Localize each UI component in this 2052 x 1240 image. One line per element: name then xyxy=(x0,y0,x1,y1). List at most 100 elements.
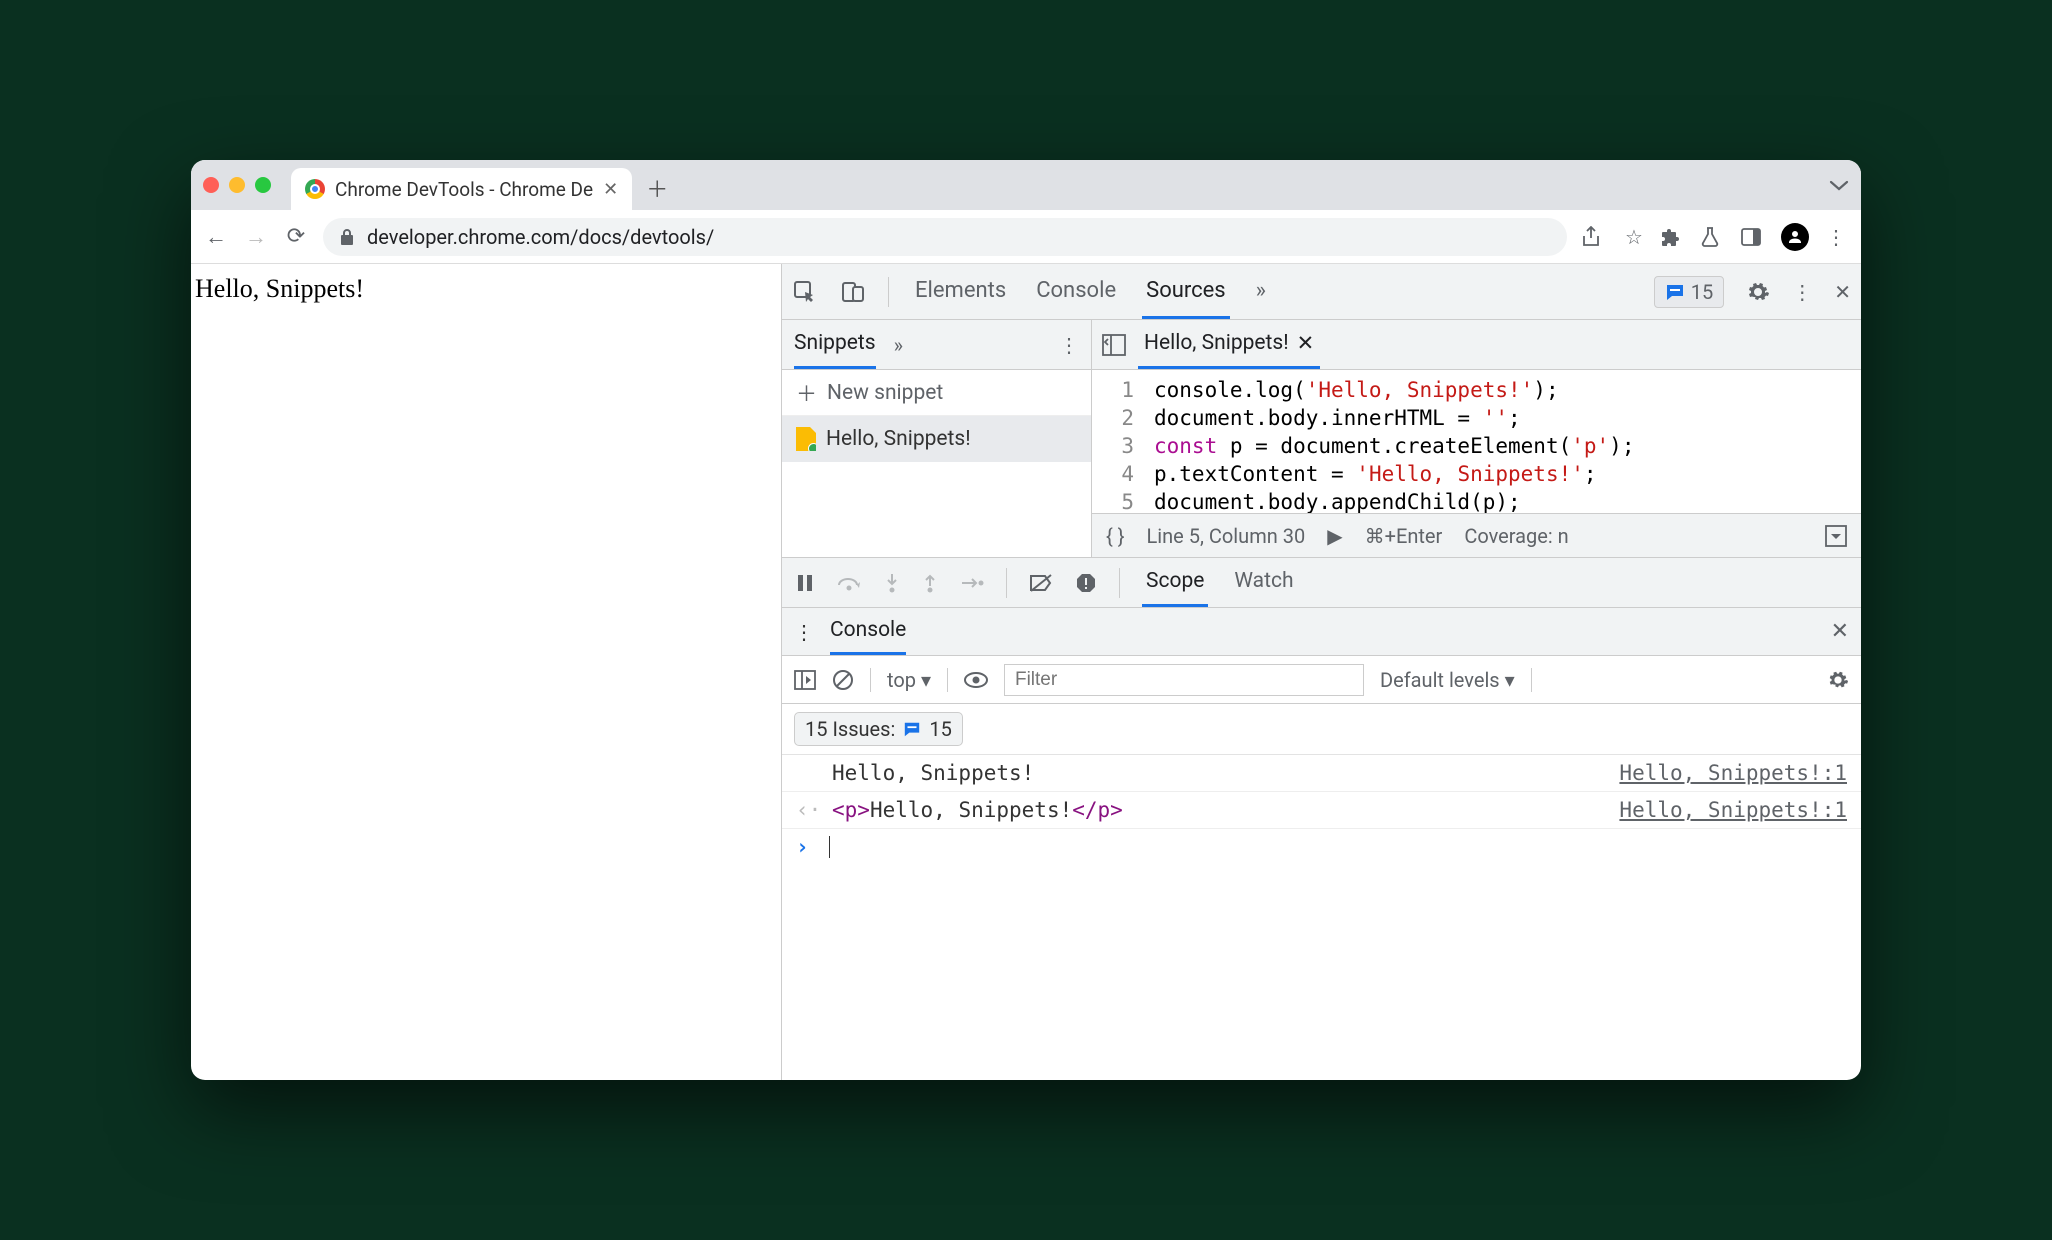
code-editor[interactable]: 1 2 3 4 5 console.log('Hello, Snippets!'… xyxy=(1092,370,1861,513)
settings-button[interactable] xyxy=(1746,280,1770,304)
tab-elements[interactable]: Elements xyxy=(911,264,1010,319)
console-filter-input[interactable] xyxy=(1004,664,1364,696)
device-toggle-button[interactable] xyxy=(840,279,866,305)
profile-avatar[interactable] xyxy=(1781,223,1809,251)
console-toolbar: top ▾ Default levels ▾ xyxy=(782,656,1861,704)
address-bar[interactable]: developer.chrome.com/docs/devtools/ xyxy=(323,218,1567,256)
window-controls xyxy=(203,177,271,193)
step-out-button[interactable] xyxy=(922,572,938,594)
new-tab-button[interactable]: ＋ xyxy=(646,172,668,204)
return-arrow-icon: ‹· xyxy=(796,798,816,822)
tab-sources[interactable]: Sources xyxy=(1142,264,1230,319)
context-selector[interactable]: top ▾ xyxy=(887,668,931,692)
drawer-close-button[interactable]: ✕ xyxy=(1831,619,1849,644)
close-editor-tab-button[interactable]: ✕ xyxy=(1297,331,1315,356)
watch-tab[interactable]: Watch xyxy=(1230,558,1297,607)
side-panel-button[interactable] xyxy=(1741,228,1767,246)
more-menu-button[interactable]: ⋮ xyxy=(1823,225,1849,249)
labs-button[interactable] xyxy=(1701,226,1727,248)
close-window-button[interactable] xyxy=(203,177,219,193)
browser-window: Chrome DevTools - Chrome De ✕ ＋ ← → ⟳ de… xyxy=(191,160,1861,1080)
scope-tab[interactable]: Scope xyxy=(1142,558,1208,607)
editor-tab-label: Hello, Snippets! xyxy=(1144,331,1289,355)
tab-overflow-button[interactable] xyxy=(1829,178,1849,192)
snippet-item[interactable]: Hello, Snippets! xyxy=(782,416,1091,462)
run-hint: ⌘+Enter xyxy=(1365,524,1443,548)
lock-icon xyxy=(339,228,355,246)
editor-status-bar: { } Line 5, Column 30 ▶ ⌘+Enter Coverage… xyxy=(1092,513,1861,557)
element-html: <p>Hello, Snippets!</p> xyxy=(832,798,1123,822)
page-content: Hello, Snippets! xyxy=(191,264,781,1080)
cursor-position: Line 5, Column 30 xyxy=(1147,524,1306,548)
console-element-row: ‹· <p>Hello, Snippets!</p> Hello, Snippe… xyxy=(782,792,1861,829)
pause-button[interactable] xyxy=(796,573,814,593)
coverage-label: Coverage: n xyxy=(1464,524,1568,548)
issues-count: 15 xyxy=(1691,280,1713,304)
step-into-button[interactable] xyxy=(884,572,900,594)
tab-title: Chrome DevTools - Chrome De xyxy=(335,178,593,201)
drawer-header: ⋮ Console ✕ xyxy=(782,608,1861,656)
maximize-window-button[interactable] xyxy=(255,177,271,193)
console-output: Hello, Snippets! Hello, Snippets!:1 ‹· <… xyxy=(782,755,1861,865)
step-button[interactable] xyxy=(960,575,984,591)
page-text: Hello, Snippets! xyxy=(195,274,364,303)
sources-panel: Snippets » ⋮ ＋ New snippet Hello, Snippe… xyxy=(782,320,1861,558)
log-source-link[interactable]: Hello, Snippets!:1 xyxy=(1619,798,1847,822)
drawer-console-tab[interactable]: Console xyxy=(830,608,906,655)
devtools-tabs: Elements Console Sources » 15 ⋮ ✕ xyxy=(782,264,1861,320)
devtools-more-button[interactable]: ⋮ xyxy=(1792,280,1812,304)
browser-tab[interactable]: Chrome DevTools - Chrome De ✕ xyxy=(291,168,632,210)
snippets-more-button[interactable]: ⋮ xyxy=(1059,333,1079,357)
message-icon xyxy=(903,720,921,738)
console-settings-button[interactable] xyxy=(1827,669,1849,691)
run-snippet-button[interactable]: ▶ xyxy=(1327,524,1342,548)
editor-pane: Hello, Snippets! ✕ 1 2 3 4 5 console.log… xyxy=(1092,320,1861,557)
toggle-navigator-button[interactable] xyxy=(1102,334,1126,356)
issues-badge[interactable]: 15 xyxy=(1654,276,1724,308)
bookmark-button[interactable]: ☆ xyxy=(1621,225,1647,249)
devtools-panel: Elements Console Sources » 15 ⋮ ✕ xyxy=(781,264,1861,1080)
back-button[interactable]: ← xyxy=(203,224,229,250)
tabs-overflow-button[interactable]: » xyxy=(1252,264,1270,319)
minimize-window-button[interactable] xyxy=(229,177,245,193)
url-text: developer.chrome.com/docs/devtools/ xyxy=(367,225,714,249)
log-levels-selector[interactable]: Default levels ▾ xyxy=(1380,668,1515,692)
new-snippet-button[interactable]: ＋ New snippet xyxy=(782,370,1091,416)
snippet-file-icon xyxy=(796,427,816,451)
pretty-print-button[interactable]: { } xyxy=(1106,524,1125,548)
reload-button[interactable]: ⟳ xyxy=(283,224,309,249)
snippets-pane: Snippets » ⋮ ＋ New snippet Hello, Snippe… xyxy=(782,320,1092,557)
snippets-overflow-button[interactable]: » xyxy=(894,333,903,357)
console-prompt-row[interactable]: › xyxy=(782,829,1861,865)
issues-chip-count: 15 xyxy=(929,717,951,741)
plus-icon: ＋ xyxy=(796,378,817,408)
log-source-link[interactable]: Hello, Snippets!:1 xyxy=(1619,761,1847,785)
inspect-button[interactable] xyxy=(792,279,818,305)
extensions-button[interactable] xyxy=(1661,227,1687,247)
snippet-item-label: Hello, Snippets! xyxy=(826,427,971,451)
issues-label: 15 Issues: xyxy=(805,717,895,741)
text-caret xyxy=(829,836,830,858)
forward-button[interactable]: → xyxy=(243,224,269,250)
tab-console[interactable]: Console xyxy=(1032,264,1120,319)
console-sidebar-toggle[interactable] xyxy=(794,670,816,690)
coverage-dropdown-button[interactable] xyxy=(1825,525,1847,547)
step-over-button[interactable] xyxy=(836,573,862,593)
drawer-more-button[interactable]: ⋮ xyxy=(794,620,814,644)
issues-row: 15 Issues: 15 xyxy=(782,704,1861,755)
devtools-close-button[interactable]: ✕ xyxy=(1834,280,1851,304)
close-tab-button[interactable]: ✕ xyxy=(603,179,618,200)
debugger-toolbar: Scope Watch xyxy=(782,558,1861,608)
editor-tab[interactable]: Hello, Snippets! ✕ xyxy=(1138,320,1320,369)
snippets-tab[interactable]: Snippets xyxy=(794,320,876,369)
clear-console-button[interactable] xyxy=(832,669,854,691)
line-numbers: 1 2 3 4 5 xyxy=(1092,370,1144,513)
code-content: console.log('Hello, Snippets!'); documen… xyxy=(1144,370,1644,513)
live-expression-button[interactable] xyxy=(964,672,988,688)
message-icon xyxy=(1665,282,1685,302)
deactivate-breakpoints-button[interactable] xyxy=(1029,573,1053,593)
issues-chip[interactable]: 15 Issues: 15 xyxy=(794,712,963,746)
share-button[interactable] xyxy=(1581,226,1607,248)
url-toolbar: ← → ⟳ developer.chrome.com/docs/devtools… xyxy=(191,210,1861,264)
pause-on-exceptions-button[interactable] xyxy=(1075,572,1097,594)
